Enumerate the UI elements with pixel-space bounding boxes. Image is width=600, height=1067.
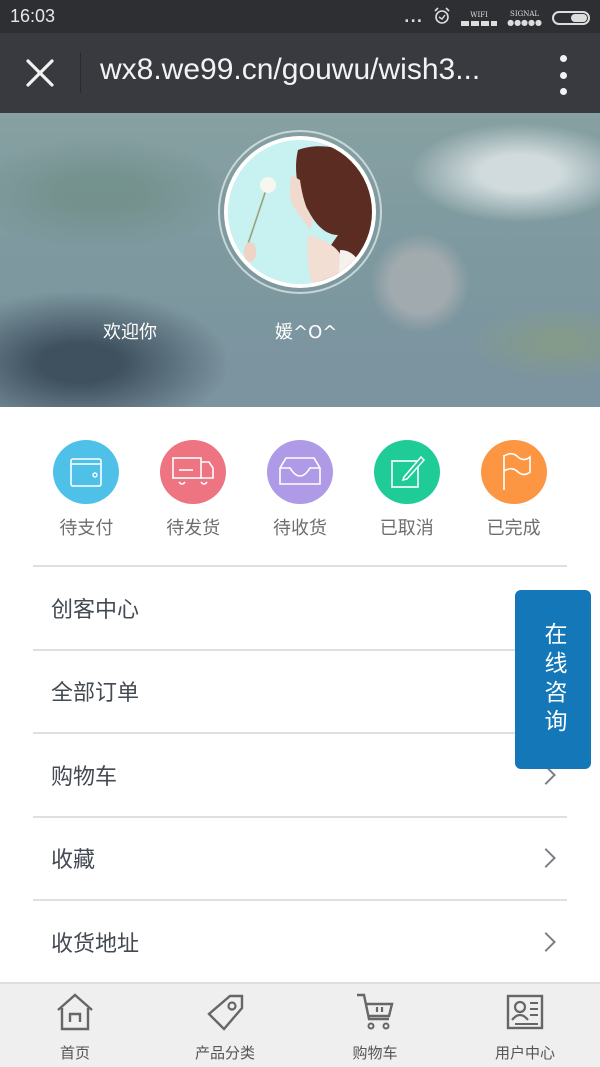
more-dot-icon — [559, 55, 567, 62]
more-dot-icon — [559, 88, 567, 95]
status-bar: 16:03 ... WIFI SIGNAL ●●●●● — [0, 0, 600, 33]
online-consult-label: 在线咨询 — [540, 621, 566, 738]
edit-icon — [390, 455, 425, 488]
menu-item-label: 全部订单 — [51, 681, 140, 707]
wifi-icon: WIFI — [461, 10, 498, 26]
battery-icon — [552, 11, 590, 25]
tab-cart[interactable]: 购物车 — [300, 984, 450, 1067]
flag-icon — [502, 452, 531, 490]
online-consult-button[interactable]: 在线咨询 — [515, 590, 591, 769]
order-status-label: 待支付 — [59, 518, 114, 539]
tab-categories[interactable]: 产品分类 — [150, 984, 300, 1067]
cart-icon — [357, 993, 394, 1030]
order-status-pending-payment[interactable]: 待支付 — [33, 440, 140, 540]
order-status-circle — [160, 440, 227, 504]
order-status-circle — [373, 440, 440, 504]
more-menu-button[interactable] — [556, 55, 570, 95]
close-icon — [26, 59, 54, 87]
nav-divider — [80, 53, 81, 93]
truck-icon — [172, 457, 214, 485]
notification-dots-icon: ... — [404, 10, 424, 26]
wifi-label: WIFI — [470, 10, 488, 19]
order-status-circle — [266, 440, 333, 504]
signal-icon: SIGNAL ●●●●● — [507, 10, 542, 27]
menu-item-maker-center[interactable]: 创客中心 — [33, 565, 567, 649]
menu-item-label: 创客中心 — [51, 597, 140, 623]
menu-item-label: 收货地址 — [51, 931, 140, 957]
status-time: 16:03 — [10, 6, 56, 26]
order-status-circle — [480, 440, 547, 504]
tab-user-center[interactable]: 用户中心 — [450, 984, 600, 1067]
chevron-right-icon — [536, 848, 556, 869]
order-status-bar: 待支付 待发货 待收货 已取消 已完成 — [33, 440, 567, 540]
bottom-tab-bar: 首页 产品分类 购物车 用户中心 — [0, 982, 600, 1067]
menu-item-favorites[interactable]: 收藏 — [33, 815, 567, 900]
tab-label: 首页 — [59, 1044, 90, 1062]
tab-home[interactable]: 首页 — [0, 984, 150, 1067]
inbox-tray-icon — [279, 457, 321, 485]
avatar[interactable] — [224, 136, 376, 288]
order-status-pending-receipt[interactable]: 待收货 — [247, 440, 354, 540]
browser-nav-bar: wx8.we99.cn/gouwu/wish3... — [0, 33, 600, 113]
order-status-completed[interactable]: 已完成 — [460, 440, 567, 540]
menu-item-label: 购物车 — [51, 764, 118, 790]
account-menu: 创客中心 全部订单 购物车 收藏 收货地址 — [33, 565, 567, 983]
home-icon — [57, 993, 93, 1031]
tab-label: 产品分类 — [194, 1044, 255, 1062]
alarm-icon — [433, 7, 451, 29]
username: 媛^O^ — [275, 322, 338, 343]
menu-item-shipping-address[interactable]: 收货地址 — [33, 899, 567, 983]
avatar-image — [228, 140, 372, 284]
profile-banner: 欢迎你 媛^O^ — [0, 113, 600, 407]
order-status-label: 待收货 — [272, 518, 327, 539]
menu-item-all-orders[interactable]: 全部订单 — [33, 648, 567, 733]
page-url: wx8.we99.cn/gouwu/wish3... — [100, 53, 481, 86]
wallet-icon — [70, 458, 103, 487]
menu-item-cart[interactable]: 购物车 — [33, 732, 567, 816]
order-status-circle — [53, 440, 120, 504]
user-card-icon — [506, 994, 544, 1030]
signal-dots: ●●●●● — [507, 17, 542, 27]
tab-label: 用户中心 — [494, 1044, 555, 1062]
chevron-right-icon — [536, 931, 556, 952]
tag-icon — [207, 994, 244, 1031]
more-dot-icon — [559, 71, 567, 79]
order-status-label: 已取消 — [379, 518, 434, 539]
tab-label: 购物车 — [352, 1044, 398, 1062]
welcome-text: 欢迎你 — [103, 322, 157, 343]
order-status-label: 已完成 — [486, 518, 541, 539]
order-status-cancelled[interactable]: 已取消 — [353, 440, 460, 540]
order-status-pending-shipment[interactable]: 待发货 — [140, 440, 247, 540]
order-status-label: 待发货 — [166, 518, 221, 539]
menu-item-label: 收藏 — [51, 848, 96, 874]
close-button[interactable] — [18, 51, 62, 95]
status-icons: ... WIFI SIGNAL ●●●●● — [404, 7, 590, 29]
